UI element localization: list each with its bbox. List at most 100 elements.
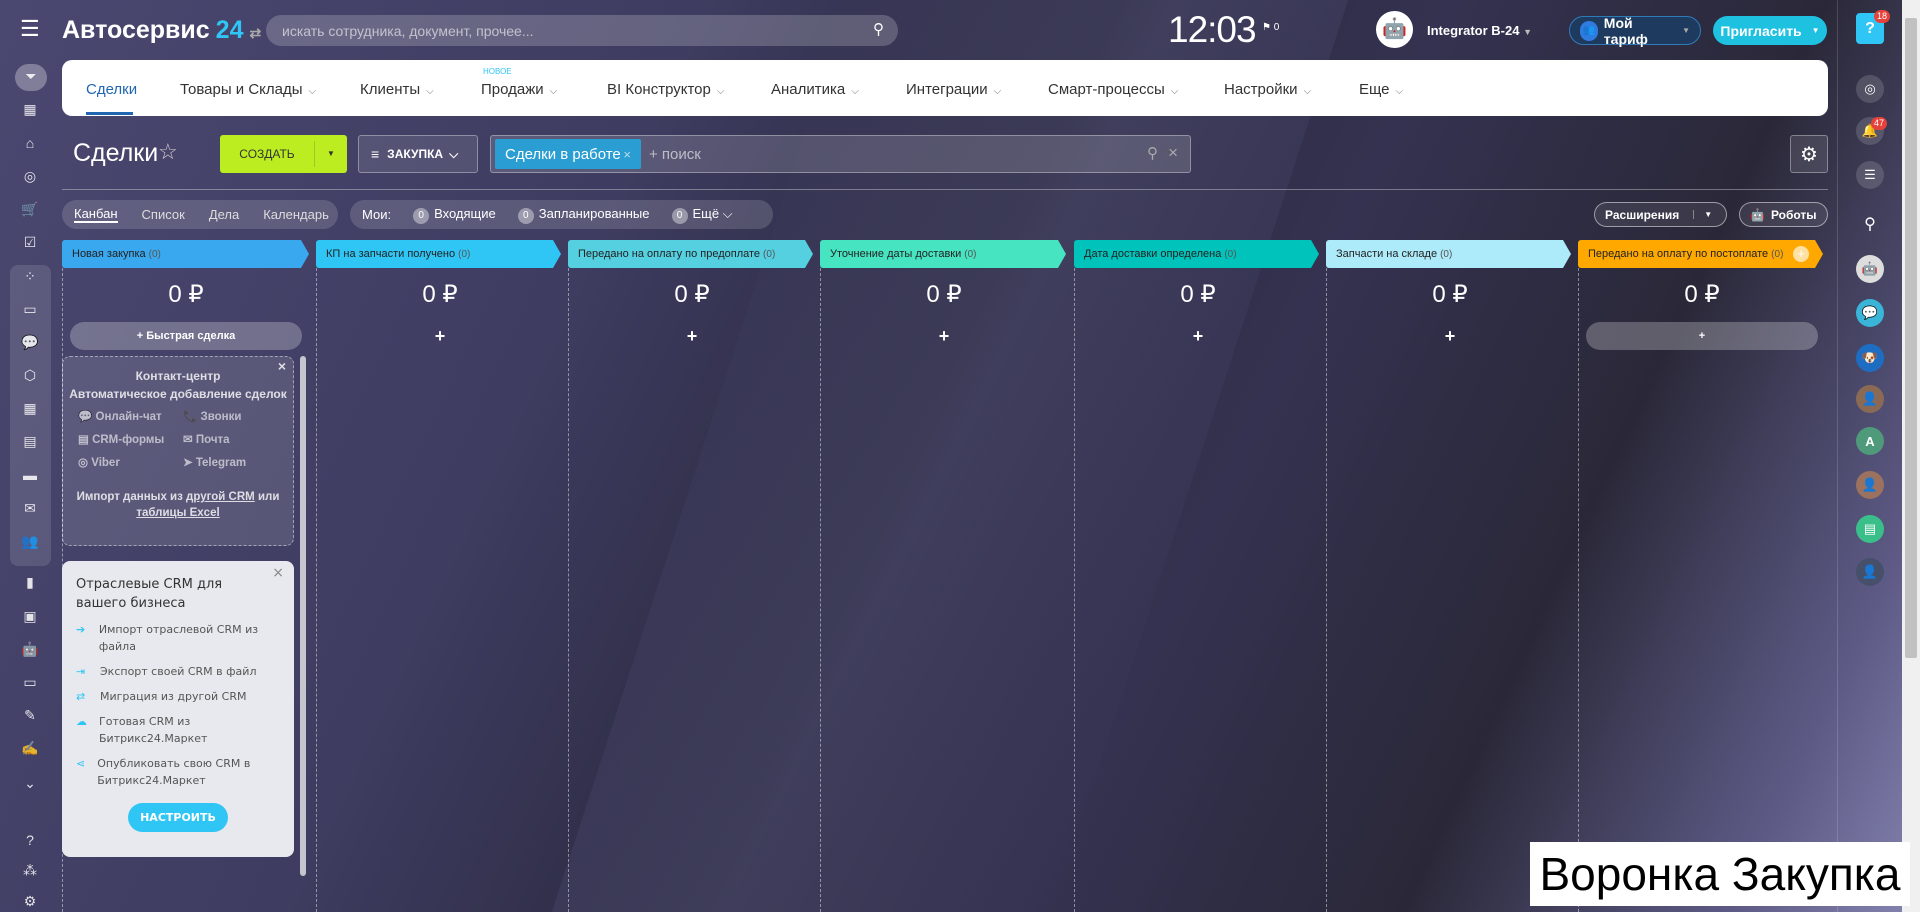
nav-smart-processes[interactable]: Смарт-процессы ⌵ <box>1048 81 1178 98</box>
channel-crm-forms[interactable]: ▤ CRM-формы <box>78 433 173 448</box>
user-avatar[interactable]: 🤖 <box>1376 11 1413 48</box>
nav-bi[interactable]: BI Конструктор ⌵ <box>607 81 724 98</box>
column-header[interactable]: КП на запчасти получено (0) <box>316 240 561 268</box>
list-item[interactable]: ⇥ Экспорт своей CRM в файл <box>76 663 280 680</box>
nav-more[interactable]: Еще ⌵ <box>1359 81 1403 98</box>
dots-icon[interactable]: ⁘ <box>18 268 42 285</box>
warehouse-icon[interactable]: ⌂ <box>18 135 42 151</box>
tariff-button[interactable]: 👥 Мой тариф ▼ <box>1569 15 1701 47</box>
star-icon[interactable]: ☆ <box>158 139 178 165</box>
chat-icon[interactable]: ☰ <box>1856 161 1884 189</box>
contact-avatar[interactable]: A <box>1856 427 1884 455</box>
nav-integrations[interactable]: Интеграции ⌵ <box>906 81 1001 98</box>
funnel-selector[interactable]: ≡ ЗАКУПКА ⌵ <box>358 135 478 173</box>
card-icon[interactable]: ▭ <box>18 301 42 318</box>
contact-avatar[interactable]: 🤖 <box>1856 255 1884 283</box>
filter-search-input[interactable]: Сделки в работе × + поиск ⚲ × <box>490 135 1191 173</box>
nav-deals[interactable]: Сделки <box>86 81 137 98</box>
user-menu[interactable]: Integrator B-24 ▼ <box>1427 23 1532 38</box>
channel-calls[interactable]: 📞 Звонки <box>183 410 278 425</box>
column-header[interactable]: Передано на оплату по предоплате (0) <box>568 240 813 268</box>
sitemap-icon[interactable]: ⁂ <box>18 862 42 879</box>
counter-planned[interactable]: 0 Запланированные <box>517 206 650 224</box>
mail-icon[interactable]: ✉ <box>18 500 42 517</box>
team-icon[interactable]: 👥 <box>18 533 42 550</box>
box-icon[interactable]: ▭ <box>18 674 42 691</box>
global-search-input[interactable]: искать сотрудника, документ, прочее... ⚲ <box>266 15 898 46</box>
more-icon[interactable]: ⌄ <box>18 775 42 792</box>
chart-icon[interactable]: ▮ <box>18 574 42 591</box>
printer-icon[interactable]: ▬ <box>18 467 42 483</box>
tab-activities[interactable]: Дела <box>209 207 239 222</box>
contact-avatar[interactable]: ▤ <box>1856 515 1884 543</box>
search-icon[interactable]: ⚲ <box>873 20 884 38</box>
help-icon[interactable]: ? <box>18 832 42 848</box>
robot-icon[interactable]: 🤖 <box>18 641 42 658</box>
page-scrollbar[interactable] <box>1902 0 1920 912</box>
calendar-icon[interactable]: ▦ <box>18 101 42 118</box>
document-icon[interactable]: ▤ <box>18 433 42 450</box>
column-header[interactable]: Запчасти на складе (0) <box>1326 240 1571 268</box>
invite-button[interactable]: Пригласить ▼ <box>1713 16 1827 45</box>
contact-avatar[interactable]: 💬 <box>1856 299 1884 327</box>
contact-avatar[interactable]: 👤 <box>1856 558 1884 586</box>
channel-online-chat[interactable]: 💬 Онлайн-чат <box>78 410 173 425</box>
channel-mail[interactable]: ✉ Почта <box>183 433 278 448</box>
funnel-icon[interactable]: ⏷ <box>19 68 43 85</box>
import-excel-link[interactable]: таблицы Excel <box>136 507 219 519</box>
contact-card-icon[interactable]: ▣ <box>18 608 42 625</box>
chevron-down-icon[interactable]: ▼ <box>314 141 347 167</box>
add-deal-button[interactable]: + <box>576 322 808 350</box>
add-deal-button[interactable]: + <box>1334 322 1566 350</box>
configure-button[interactable]: НАСТРОИТЬ <box>128 803 228 832</box>
add-deal-button[interactable]: + <box>828 322 1060 350</box>
search-icon[interactable]: ⚲ <box>1147 144 1158 162</box>
list-item[interactable]: ⇄ Миграция из другой CRM <box>76 688 280 705</box>
contact-avatar[interactable]: 🐶 <box>1856 344 1884 372</box>
edit-icon[interactable]: ✎ <box>18 707 42 724</box>
task-icon[interactable]: ☑ <box>18 234 42 251</box>
column-scrollbar[interactable] <box>300 356 306 876</box>
scrollbar-thumb[interactable] <box>1905 18 1917 658</box>
counter-more[interactable]: 0 Ещё ⌵ <box>671 206 733 224</box>
tab-calendar[interactable]: Календарь <box>263 207 329 222</box>
column-header[interactable]: Новая закупка (0) <box>62 240 309 268</box>
column-header[interactable]: Дата доставки определена (0) <box>1074 240 1319 268</box>
column-header[interactable]: Уточнение даты доставки (0) <box>820 240 1066 268</box>
nav-products[interactable]: Товары и Склады ⌵ <box>180 81 316 98</box>
calendar-icon[interactable]: ▦ <box>18 400 42 417</box>
list-item[interactable]: ➔ Импорт отраслевой CRM из файла <box>76 621 280 655</box>
nav-analytics[interactable]: Аналитика ⌵ <box>771 81 859 98</box>
list-item[interactable]: ☁ Готовая CRM из Битрикс24.Маркет <box>76 713 280 747</box>
close-icon[interactable]: × <box>278 359 286 374</box>
chat-icon[interactable]: 💬 <box>18 334 42 351</box>
tab-list[interactable]: Список <box>142 207 185 222</box>
copilot-icon[interactable]: ◎ <box>1856 75 1884 103</box>
import-other-crm-link[interactable]: другой CRM <box>186 491 255 503</box>
swap-icon[interactable]: ⇄ <box>249 25 261 41</box>
create-button[interactable]: СОЗДАТЬ ▼ <box>220 135 347 173</box>
tab-kanban[interactable]: Канбан <box>74 206 118 223</box>
logo[interactable]: Автосервис 24 ⇄ <box>62 16 261 45</box>
settings-gear-button[interactable]: ⚙ <box>1790 135 1828 173</box>
gear-icon[interactable]: ⚙ <box>18 893 42 910</box>
extensions-button[interactable]: Расширения ▼ <box>1594 202 1727 227</box>
quick-deal-button[interactable]: + Быстрая сделка <box>70 322 302 350</box>
robots-button[interactable]: 🤖 Роботы <box>1739 202 1828 227</box>
cart-icon[interactable]: 🛒 <box>18 201 42 218</box>
list-item[interactable]: ⋖ Опубликовать свою CRM в Битрикс24.Марке… <box>76 755 280 789</box>
target-icon[interactable]: ◎ <box>18 168 42 185</box>
channel-viber[interactable]: ◎ Viber <box>78 456 173 471</box>
contact-avatar[interactable]: 👤 <box>1856 471 1884 499</box>
contact-avatar[interactable]: 👤 <box>1856 385 1884 413</box>
add-stage-icon[interactable]: + <box>1793 246 1809 262</box>
add-deal-button[interactable]: + <box>1586 322 1818 350</box>
shield-icon[interactable]: ⬡ <box>18 367 42 384</box>
add-deal-button[interactable]: + <box>324 322 556 350</box>
menu-icon[interactable]: ☰ <box>20 16 40 42</box>
clear-icon[interactable]: × <box>1168 143 1178 163</box>
nav-sales[interactable]: Продажи ⌵ <box>481 81 557 98</box>
add-deal-button[interactable]: + <box>1082 322 1314 350</box>
search-icon[interactable]: ⚲ <box>1856 210 1884 238</box>
counter-incoming[interactable]: 0 Входящие <box>413 206 496 224</box>
